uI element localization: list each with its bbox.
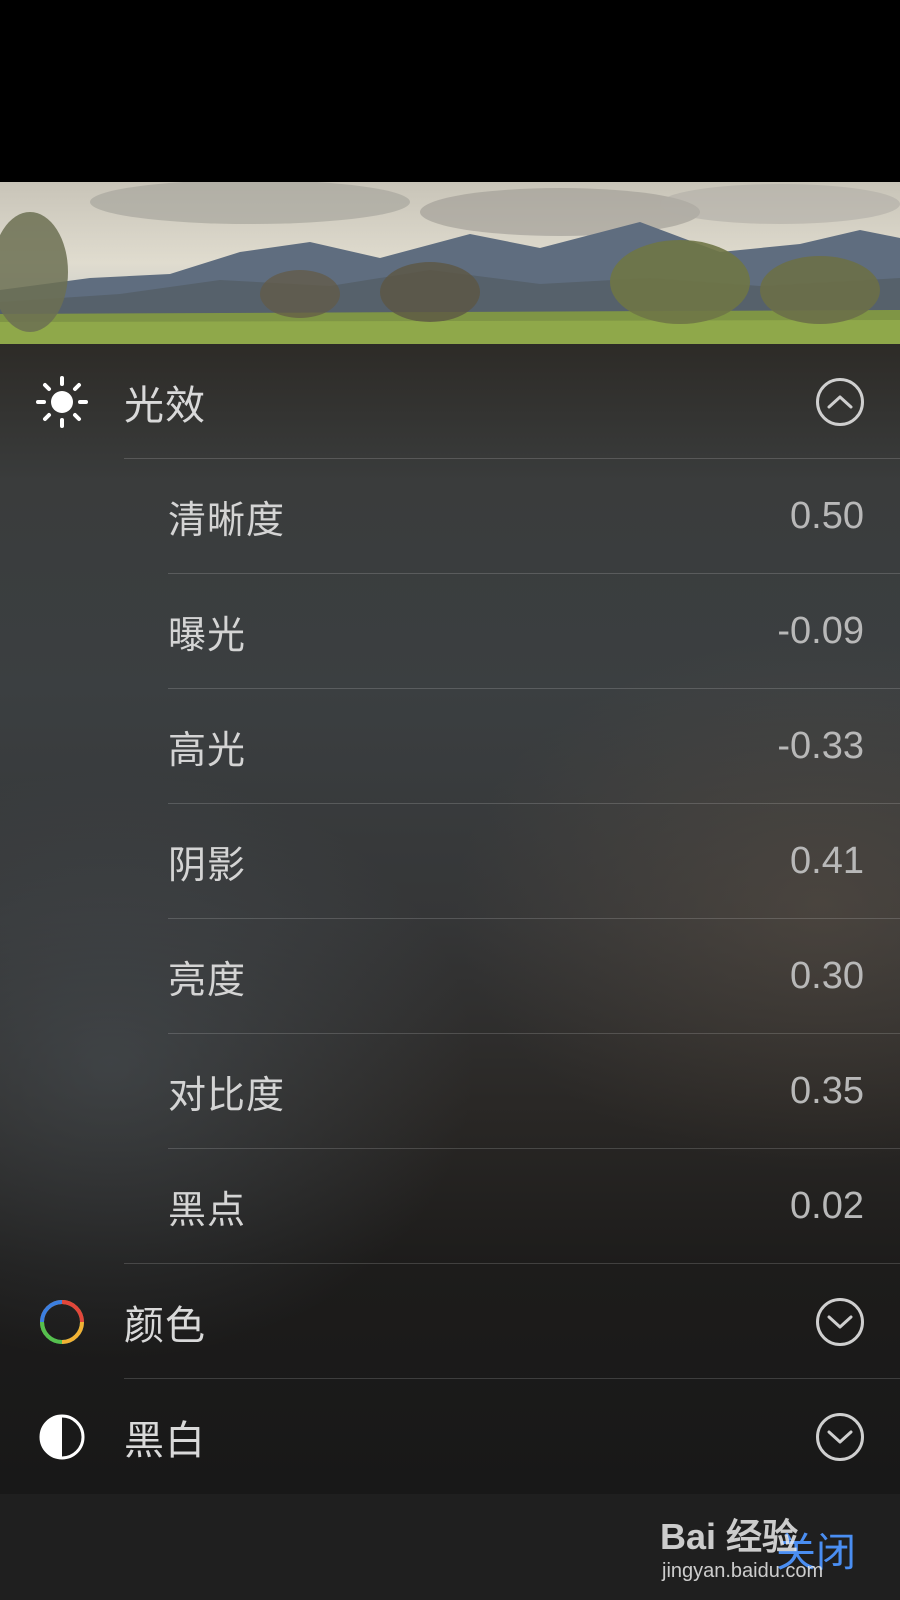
adjust-value: 0.30 [790,955,864,997]
adjust-label: 对比度 [168,1073,286,1117]
landscape-photo [0,182,900,344]
adjust-row-exposure[interactable]: 曝光 -0.09 [0,574,900,689]
adjust-row-contrast[interactable]: 对比度 0.35 [0,1034,900,1149]
collapse-button-light[interactable] [816,377,864,426]
sun-icon [36,375,88,428]
bottom-toolbar: 关闭 Bai 经验 jingyan.baidu.com [0,1494,900,1600]
section-header-color[interactable]: 颜色 [0,1264,900,1379]
half-circle-icon [36,1411,88,1463]
section-header-light[interactable]: 光效 [0,344,900,459]
adjustments-panel: 光效 清晰度 0.50 曝光 -0.09 高光 -0.33 阴影 0.41 亮度… [0,344,900,1494]
adjust-row-clarity[interactable]: 清晰度 0.50 [0,459,900,574]
expand-button-bw[interactable] [816,1412,864,1461]
adjust-row-brightness[interactable]: 亮度 0.30 [0,919,900,1034]
adjust-value: 0.50 [790,495,864,537]
adjust-value: -0.09 [777,610,864,652]
adjust-row-black-point[interactable]: 黑点 0.02 [0,1149,900,1264]
chevron-down-icon [827,1430,853,1443]
section-header-bw[interactable]: 黑白 [0,1379,900,1494]
color-wheel-icon [36,1296,88,1348]
chevron-up-icon [827,395,853,408]
adjust-label: 阴影 [168,843,247,887]
adjust-row-highlights[interactable]: 高光 -0.33 [0,689,900,804]
adjust-label: 高光 [168,728,247,772]
close-button[interactable]: 关闭 [776,1520,856,1578]
adjust-label: 黑点 [168,1188,247,1232]
section-label-light: 光效 [124,382,206,429]
photo-preview [0,182,900,344]
adjust-label: 曝光 [168,613,247,657]
adjust-label: 亮度 [168,958,247,1002]
chevron-down-icon [827,1315,853,1328]
adjust-value: 0.02 [790,1185,864,1227]
section-label-color: 颜色 [124,1302,206,1349]
expand-button-color[interactable] [816,1297,864,1346]
adjust-label: 清晰度 [168,498,286,542]
adjust-value: -0.33 [777,725,864,767]
screen: 光效 清晰度 0.50 曝光 -0.09 高光 -0.33 阴影 0.41 亮度… [0,0,900,1600]
adjust-value: 0.35 [790,1070,864,1112]
section-label-bw: 黑白 [124,1417,206,1464]
adjust-value: 0.41 [790,840,864,882]
adjust-row-shadows[interactable]: 阴影 0.41 [0,804,900,919]
